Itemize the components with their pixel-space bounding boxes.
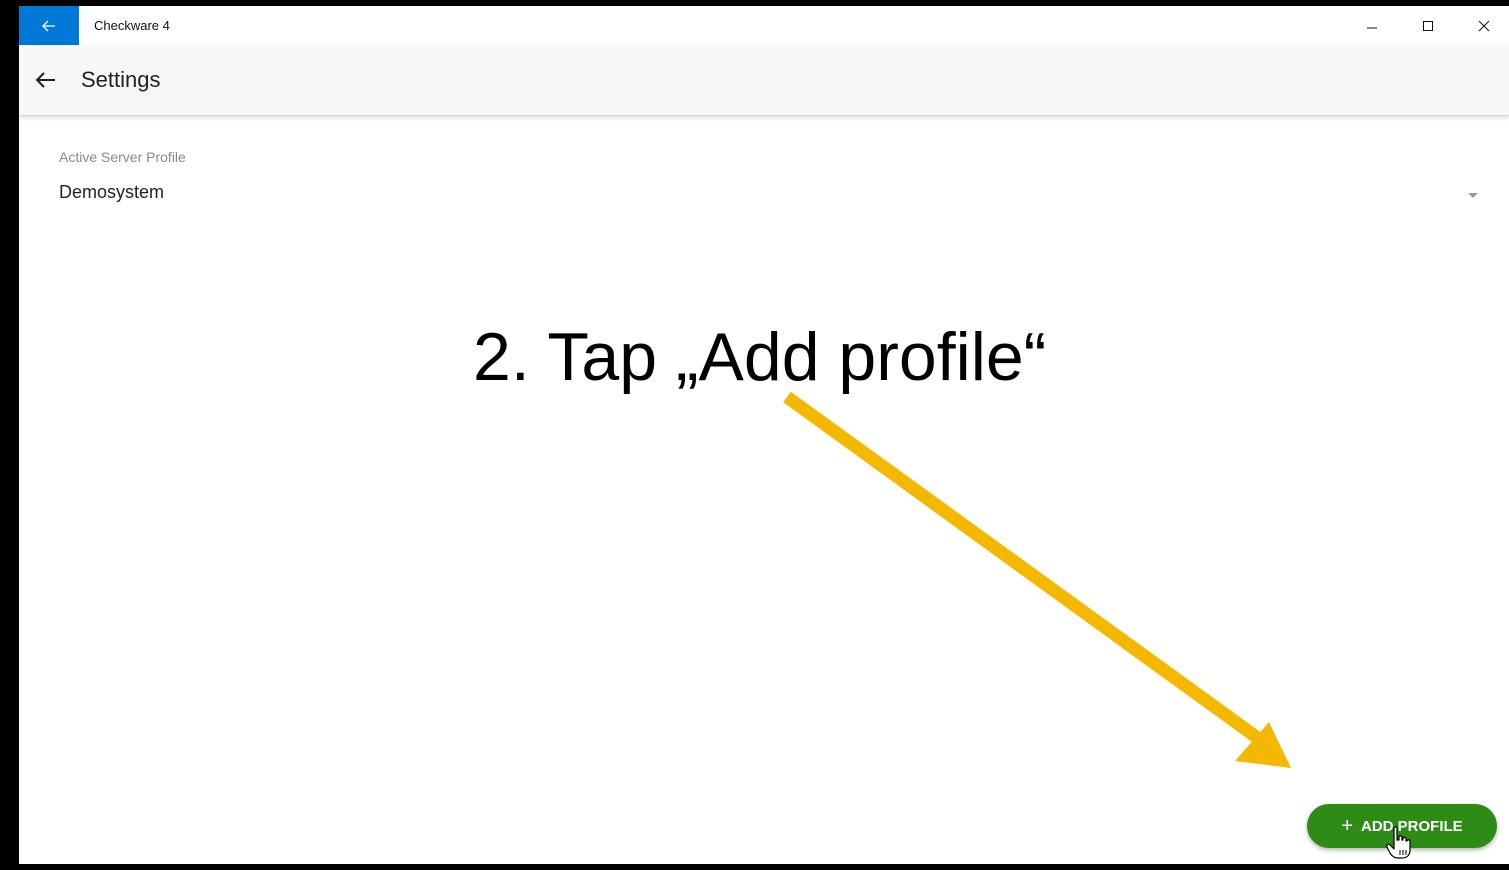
maximize-icon [1423, 20, 1433, 31]
server-profile-label: Active Server Profile [59, 149, 186, 165]
arrow-left-icon [35, 72, 55, 88]
app-bar: Settings [19, 45, 1509, 116]
hand-pointer-icon [1386, 826, 1411, 859]
arrow-left-icon [42, 20, 55, 31]
minimize-icon [1367, 27, 1377, 28]
close-icon [1478, 20, 1490, 31]
titlebar-back-button[interactable] [19, 6, 79, 45]
dropdown-button[interactable] [1463, 186, 1483, 206]
minimize-button[interactable] [1349, 6, 1395, 45]
page-title: Settings [81, 67, 161, 92]
caret-down-icon [1468, 193, 1478, 198]
maximize-button[interactable] [1405, 6, 1451, 45]
close-button[interactable] [1461, 6, 1507, 45]
plus-icon: + [1341, 815, 1353, 837]
instruction-text: 2. Tap „Add profile“ [473, 319, 1047, 395]
back-button[interactable] [31, 66, 59, 94]
app-window: Checkware 4 Settings Active Server Profi… [19, 6, 1509, 864]
pointer-arrow-icon [783, 391, 1291, 768]
server-profile-select[interactable]: Demosystem [59, 182, 164, 203]
title-bar: Checkware 4 [19, 6, 1509, 45]
window-title: Checkware 4 [94, 18, 170, 33]
